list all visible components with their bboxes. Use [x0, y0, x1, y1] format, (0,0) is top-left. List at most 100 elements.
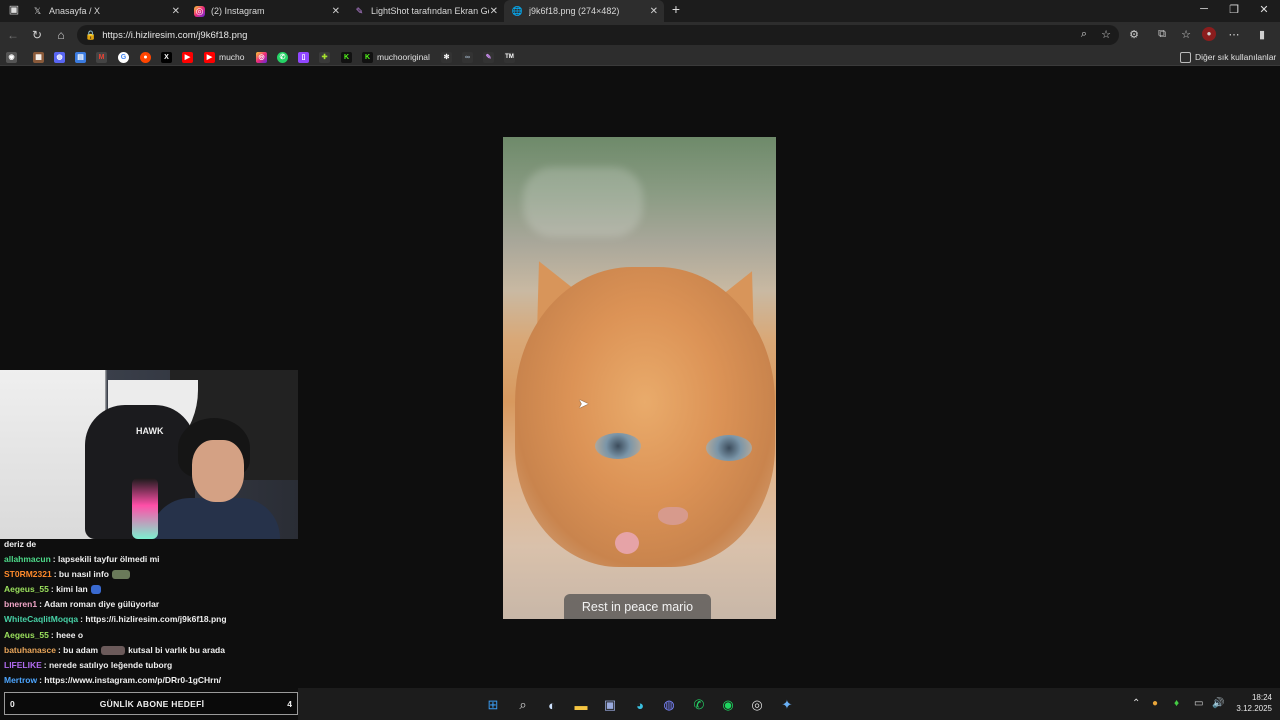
close-icon[interactable]: ✕ [332, 6, 340, 17]
back-icon[interactable]: ← [5, 28, 21, 42]
bookmark-item[interactable]: ✻ [441, 51, 456, 63]
file-explorer-icon[interactable]: ▬ [572, 696, 590, 714]
edge-icon[interactable]: ◕ [631, 696, 649, 714]
docs-icon: ▤ [75, 51, 86, 63]
chat-user: bneren1 [4, 599, 38, 609]
discord-icon: ◍ [54, 51, 65, 63]
emote-icon [111, 570, 130, 580]
chat-text: : bu adam [57, 645, 99, 655]
webcam-overlay: HAWK [0, 370, 298, 539]
bookmark-item[interactable]: ◉ [6, 51, 21, 63]
bookmark-item[interactable]: ◍ [54, 51, 69, 63]
other-bookmarks[interactable]: Diğer sık kullanılanlar [1180, 51, 1276, 63]
chat-message: Aegeus_55: kimi lan [4, 584, 101, 595]
bookmark-item[interactable]: ✚ [319, 51, 334, 63]
minimize-button[interactable]: ─ [1194, 3, 1214, 15]
chat-text: : https://www.instagram.com/p/DRr0-1gCHr… [39, 675, 222, 685]
close-icon[interactable]: ✕ [650, 6, 658, 17]
chat-user: Aegeus_55 [4, 584, 49, 594]
close-icon[interactable]: ✕ [172, 6, 180, 17]
tab-lightshot[interactable]: ✎ LightShot tarafından Ekran Görün ✕ [346, 0, 504, 22]
restore-button[interactable]: ❐ [1224, 3, 1244, 16]
extensions-icon[interactable]: ⚙ [1126, 28, 1142, 41]
chat-user: Aegeus_55 [4, 630, 49, 640]
bookmark-item[interactable]: X [161, 51, 176, 63]
app-icon[interactable]: ✦ [778, 696, 796, 714]
image-caption: Rest in peace mario [564, 594, 711, 619]
globe-icon: 🌐 [511, 5, 524, 16]
bookmark-label: mucho [219, 52, 245, 62]
photo-icon: ▦ [33, 51, 44, 63]
tray-app-icon[interactable]: ● [1152, 698, 1158, 709]
sidebar-icon[interactable]: ▮ [1254, 28, 1270, 41]
lock-icon[interactable]: 🔒 [85, 30, 96, 41]
new-tab-button[interactable]: + [666, 1, 686, 17]
bookmark-item[interactable]: K [341, 51, 356, 63]
cat-head [515, 267, 775, 567]
tab-image[interactable]: 🌐 j9k6f18.png (274×482) ✕ [504, 0, 664, 22]
close-window-button[interactable]: ✕ [1254, 3, 1274, 16]
chat-message: batuhanasce: bu adam kutsal bi varlık bu … [4, 645, 225, 656]
bookmark-item[interactable]: ▤ [75, 51, 90, 63]
bookmark-item[interactable]: ▯ [298, 51, 313, 63]
emote-icon [101, 646, 126, 656]
obs-icon[interactable]: ◎ [748, 696, 766, 714]
bookmark-item[interactable]: M [96, 51, 111, 63]
more-icon[interactable]: ⋯ [1226, 28, 1242, 41]
whatsapp-icon[interactable]: ✆ [690, 696, 708, 714]
chat-user: LIFELIKE [4, 660, 42, 670]
address-bar[interactable]: 🔒 https://i.hizliresim.com/j9k6f18.png [77, 25, 1119, 45]
twitch-icon: ▯ [298, 51, 309, 63]
search-icon[interactable]: ⌕ [514, 696, 532, 714]
chat-user: allahmacun [4, 554, 51, 564]
bookmark-item[interactable]: ▶ [182, 51, 197, 63]
chat-overlay: deriz de allahmacun: lapsekili tayfur öl… [0, 539, 298, 689]
favorites-icon[interactable]: ☆ [1178, 28, 1194, 41]
tab-instagram[interactable]: ◎ (2) Instagram ✕ [186, 0, 346, 22]
discord-icon[interactable]: ◍ [660, 696, 678, 714]
microphone-icon[interactable]: ♦ [1174, 698, 1179, 709]
chat-message: bneren1: Adam roman diye gülüyorlar [4, 599, 159, 609]
bookmark-item[interactable]: ◎ [256, 51, 271, 63]
taskbar: ⊞ ⌕ ◐ ▬ ▣ ◕ ◍ ✆ ◉ ◎ ✦ ⌃ ● ♦ ▭ 🔊 [298, 688, 1280, 720]
bookmark-muchooriginal[interactable]: Kmuchooriginal [362, 51, 430, 63]
tab-x[interactable]: 𝕏 Anasayfa / X ✕ [24, 0, 186, 22]
bookmark-item[interactable]: ✎ [483, 51, 498, 63]
zoom-icon[interactable]: ⌕ [1076, 28, 1092, 41]
youtube-icon: ▶ [204, 51, 215, 63]
clock-time: 18:24 [1251, 693, 1272, 702]
home-icon[interactable]: ⌂ [53, 28, 69, 42]
chevron-up-icon[interactable]: ⌃ [1132, 698, 1140, 709]
windows-start-icon[interactable]: ⊞ [484, 696, 502, 714]
bookmark-item[interactable]: ∞ [462, 51, 477, 63]
cat-eye [706, 435, 752, 461]
chat-text: : bu nasıl info [53, 569, 109, 579]
store-icon[interactable]: ▣ [601, 696, 619, 714]
avatar[interactable]: ● [1202, 27, 1216, 41]
steam-icon[interactable]: ◐ [543, 696, 561, 714]
bookmark-item[interactable]: ● [140, 51, 155, 63]
bookmark-tm[interactable]: TM [504, 51, 519, 63]
lightshot-icon: ✎ [355, 5, 364, 16]
chat-user: Mertrow [4, 675, 38, 685]
cat-eye [595, 433, 641, 459]
favorite-star-icon[interactable]: ☆ [1098, 28, 1114, 41]
spotify-icon[interactable]: ◉ [719, 696, 737, 714]
chat-text: kutsal bi varlık bu arada [128, 645, 225, 655]
reddit-icon: ● [140, 51, 151, 63]
bookmark-item[interactable]: ✆ [277, 51, 292, 63]
system-clock[interactable]: 18:24 3.12.2025 [1222, 692, 1272, 714]
chat-message: allahmacun: lapsekili tayfur ölmedi mi [4, 554, 160, 564]
refresh-icon[interactable]: ↻ [29, 28, 45, 42]
bookmark-mucho[interactable]: ▶ mucho [204, 51, 245, 63]
bookmarks-bar: ◉ ▦ ◍ ▤ M G ● X ▶ ▶ mucho ◎ ✆ ▯ ✚ K Kmuch… [0, 48, 1280, 66]
network-icon[interactable]: ▭ [1194, 698, 1203, 709]
bookmark-item[interactable]: G [118, 51, 133, 63]
kitten-photo: Rest in peace mario [503, 137, 776, 619]
goal-target: 4 [287, 699, 292, 709]
split-screen-icon[interactable]: ⧉ [1154, 28, 1170, 41]
bookmark-item[interactable]: ▦ [33, 51, 48, 63]
tab-actions-icon[interactable]: ▣ [4, 3, 24, 16]
close-icon[interactable]: ✕ [490, 6, 498, 17]
feather-icon: ✎ [483, 51, 494, 63]
